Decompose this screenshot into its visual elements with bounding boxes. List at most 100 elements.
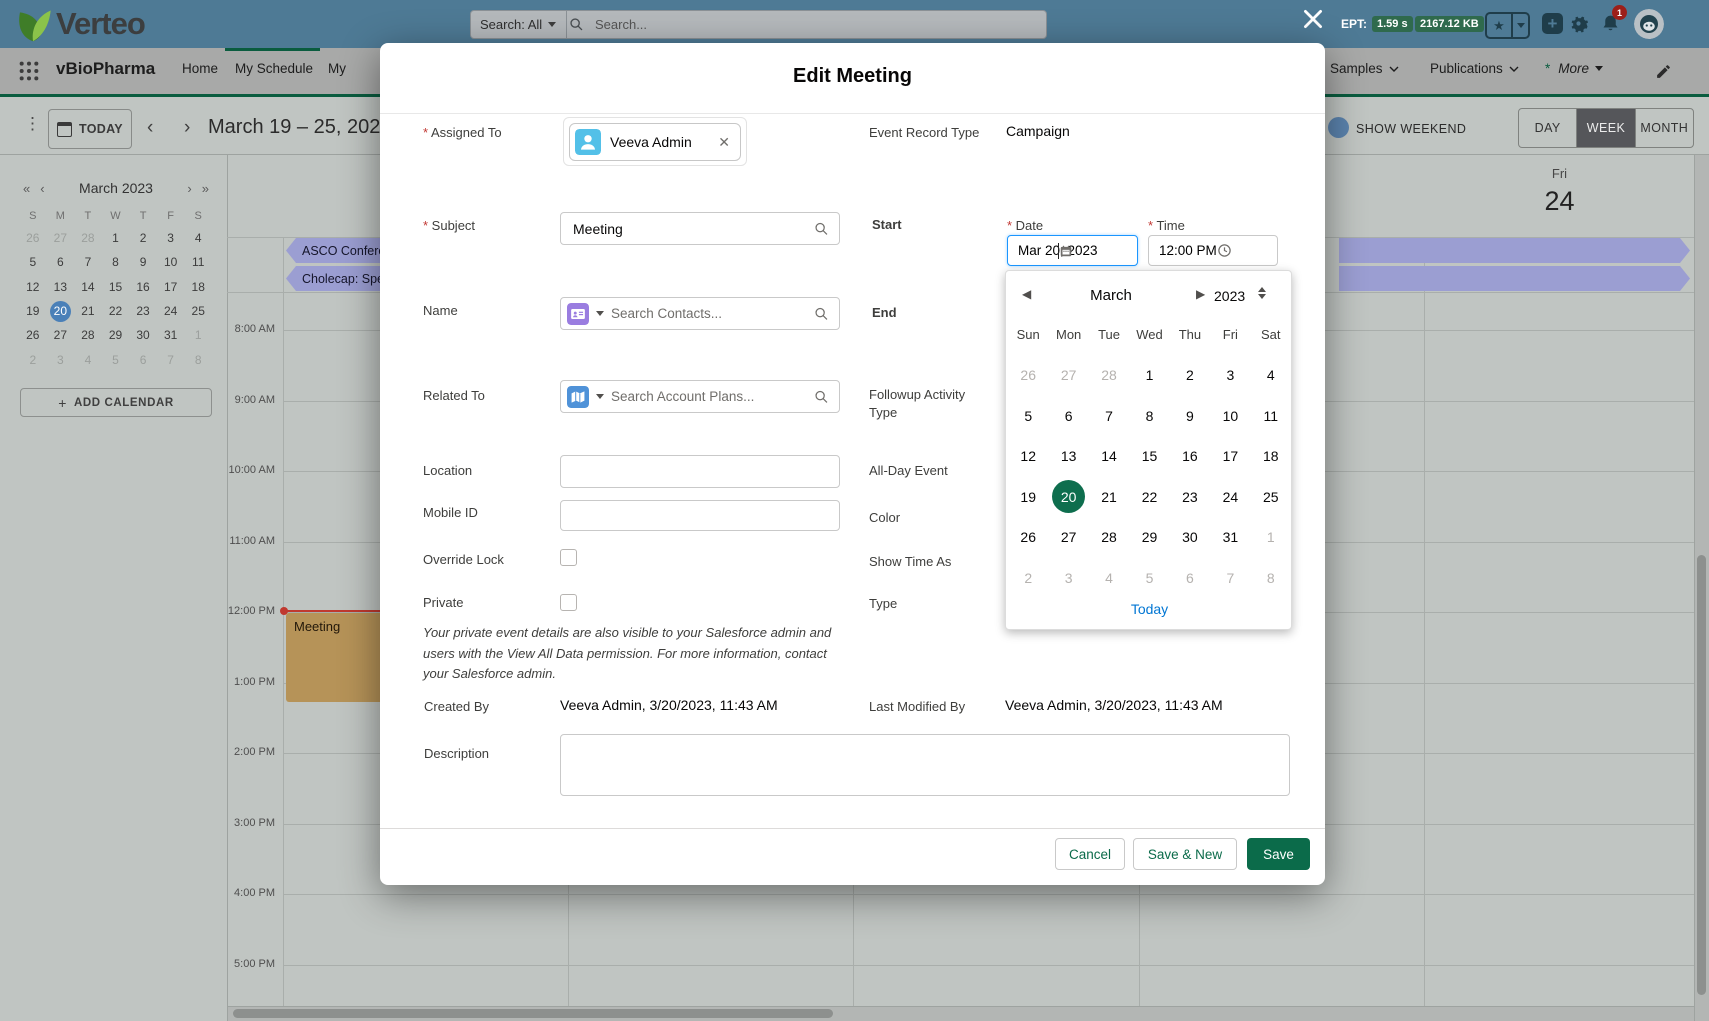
- day-cell[interactable]: 22: [102, 299, 130, 323]
- tab-truncated[interactable]: My: [328, 61, 346, 76]
- day-cell[interactable]: 25: [1251, 477, 1291, 518]
- day-cell[interactable]: 8: [184, 347, 212, 371]
- day-cell[interactable]: 5: [1008, 396, 1048, 437]
- start-date-input[interactable]: Mar 20, 2023: [1007, 235, 1138, 266]
- horizontal-scrollbar-thumb[interactable]: [233, 1009, 833, 1018]
- star-icon[interactable]: ★: [1487, 14, 1513, 37]
- day-cell[interactable]: 7: [157, 347, 185, 371]
- day-cell[interactable]: 3: [1210, 355, 1250, 396]
- view-month[interactable]: MONTH: [1636, 109, 1693, 147]
- tab-home[interactable]: Home: [182, 61, 218, 76]
- day-cell[interactable]: 30: [1170, 517, 1210, 558]
- add-calendar-button[interactable]: + ADD CALENDAR: [20, 388, 212, 417]
- day-cell[interactable]: 7: [1210, 558, 1250, 599]
- day-cell[interactable]: 16: [129, 275, 157, 299]
- day-cell[interactable]: 7: [74, 250, 102, 274]
- year-stepper[interactable]: [1258, 287, 1266, 299]
- day-cell[interactable]: 27: [1048, 355, 1088, 396]
- day-cell[interactable]: 27: [47, 323, 75, 347]
- day-cell[interactable]: 4: [1251, 355, 1291, 396]
- day-cell[interactable]: 28: [1089, 517, 1129, 558]
- calendar-icon[interactable]: [1059, 244, 1073, 258]
- day-cell[interactable]: 5: [1129, 558, 1169, 599]
- day-cell[interactable]: 18: [1251, 436, 1291, 477]
- mobile-id-input[interactable]: [560, 500, 840, 531]
- day-cell[interactable]: 14: [74, 275, 102, 299]
- day-cell[interactable]: 28: [74, 323, 102, 347]
- day-cell[interactable]: 12: [19, 275, 47, 299]
- prev-week-button[interactable]: ‹: [147, 117, 153, 139]
- tab-publications[interactable]: Publications: [1430, 61, 1519, 76]
- day-cell[interactable]: 17: [1210, 436, 1250, 477]
- day-cell[interactable]: 31: [157, 323, 185, 347]
- day-cell[interactable]: 6: [129, 347, 157, 371]
- day-cell[interactable]: 18: [184, 275, 212, 299]
- day-cell[interactable]: 1: [1251, 517, 1291, 558]
- picker-year-value[interactable]: 2023: [1214, 288, 1245, 304]
- prev-year-icon[interactable]: «: [18, 181, 35, 196]
- day-cell[interactable]: 26: [1008, 517, 1048, 558]
- kebab-menu-icon[interactable]: ⋮: [24, 114, 41, 134]
- next-month-icon[interactable]: ▶: [1196, 287, 1205, 301]
- save-button[interactable]: Save: [1247, 838, 1310, 870]
- day-cell[interactable]: 8: [1129, 396, 1169, 437]
- day-cell[interactable]: 27: [47, 226, 75, 250]
- close-overlay-icon[interactable]: [1300, 6, 1326, 32]
- day-cell[interactable]: 28: [74, 226, 102, 250]
- day-cell[interactable]: 6: [47, 250, 75, 274]
- day-cell[interactable]: 29: [1129, 517, 1169, 558]
- favorites-caret[interactable]: [1513, 14, 1528, 37]
- day-cell[interactable]: 8: [102, 250, 130, 274]
- day-cell[interactable]: 27: [1048, 517, 1088, 558]
- override-lock-checkbox[interactable]: [560, 549, 577, 566]
- start-time-input[interactable]: 12:00 PM: [1148, 235, 1278, 266]
- day-cell[interactable]: 2: [19, 347, 47, 371]
- previous-month-icon[interactable]: ◀: [1022, 287, 1031, 301]
- today-button[interactable]: TODAY: [48, 109, 132, 149]
- assigned-to-pill[interactable]: Veeva Admin ✕: [569, 123, 741, 161]
- tab-more[interactable]: * More: [1545, 61, 1603, 76]
- all-day-event-pill-continuation[interactable]: [1339, 238, 1690, 263]
- user-avatar[interactable]: [1634, 9, 1664, 39]
- day-cell-selected[interactable]: 20: [47, 299, 75, 323]
- day-cell[interactable]: 24: [157, 299, 185, 323]
- day-cell[interactable]: 6: [1048, 396, 1088, 437]
- view-week[interactable]: WEEK: [1577, 109, 1635, 147]
- day-cell[interactable]: 23: [129, 299, 157, 323]
- day-cell[interactable]: 15: [1129, 436, 1169, 477]
- day-cell[interactable]: 4: [1089, 558, 1129, 599]
- day-cell[interactable]: 10: [157, 250, 185, 274]
- global-actions-button[interactable]: +: [1542, 13, 1563, 34]
- day-cell[interactable]: 22: [1129, 477, 1169, 518]
- day-cell[interactable]: 1: [102, 226, 130, 250]
- day-cell[interactable]: 3: [157, 226, 185, 250]
- stepper-up-icon[interactable]: [1258, 287, 1266, 292]
- day-cell[interactable]: 19: [19, 299, 47, 323]
- private-checkbox[interactable]: [560, 594, 577, 611]
- day-cell[interactable]: 11: [1251, 396, 1291, 437]
- gear-icon[interactable]: [1568, 13, 1589, 34]
- day-cell[interactable]: 2: [1170, 355, 1210, 396]
- next-month-icon[interactable]: ›: [182, 181, 196, 196]
- day-cell[interactable]: 15: [102, 275, 130, 299]
- favorites-control[interactable]: ★: [1485, 12, 1530, 39]
- day-cell[interactable]: 28: [1089, 355, 1129, 396]
- day-cell[interactable]: 17: [157, 275, 185, 299]
- day-cell[interactable]: 9: [129, 250, 157, 274]
- day-cell[interactable]: 30: [129, 323, 157, 347]
- day-cell[interactable]: 10: [1210, 396, 1250, 437]
- name-combobox[interactable]: Search Contacts...: [560, 297, 840, 330]
- day-cell[interactable]: 3: [47, 347, 75, 371]
- next-year-icon[interactable]: »: [197, 181, 214, 196]
- day-cell[interactable]: 5: [102, 347, 130, 371]
- remove-icon[interactable]: ✕: [718, 134, 730, 151]
- edit-pencil-icon[interactable]: [1655, 63, 1672, 80]
- view-day[interactable]: DAY: [1519, 109, 1577, 147]
- day-cell-selected[interactable]: 20: [1048, 477, 1088, 518]
- prev-month-icon[interactable]: ‹: [35, 181, 49, 196]
- subject-input[interactable]: Meeting: [560, 212, 840, 245]
- cancel-button[interactable]: Cancel: [1055, 838, 1125, 870]
- day-cell[interactable]: 5: [19, 250, 47, 274]
- day-cell[interactable]: 12: [1008, 436, 1048, 477]
- vertical-scrollbar-thumb[interactable]: [1697, 555, 1706, 995]
